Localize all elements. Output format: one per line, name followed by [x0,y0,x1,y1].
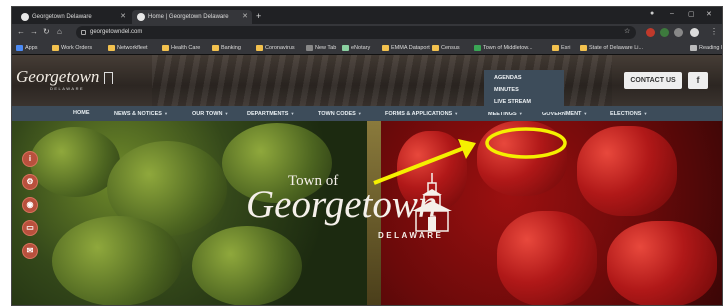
annotation-overlay [373,127,567,185]
browser-window: Georgetown Delaware ✕ Home | Georgetown … [11,6,723,306]
highlight-arrow [373,146,465,185]
highlight-circle [485,127,567,159]
